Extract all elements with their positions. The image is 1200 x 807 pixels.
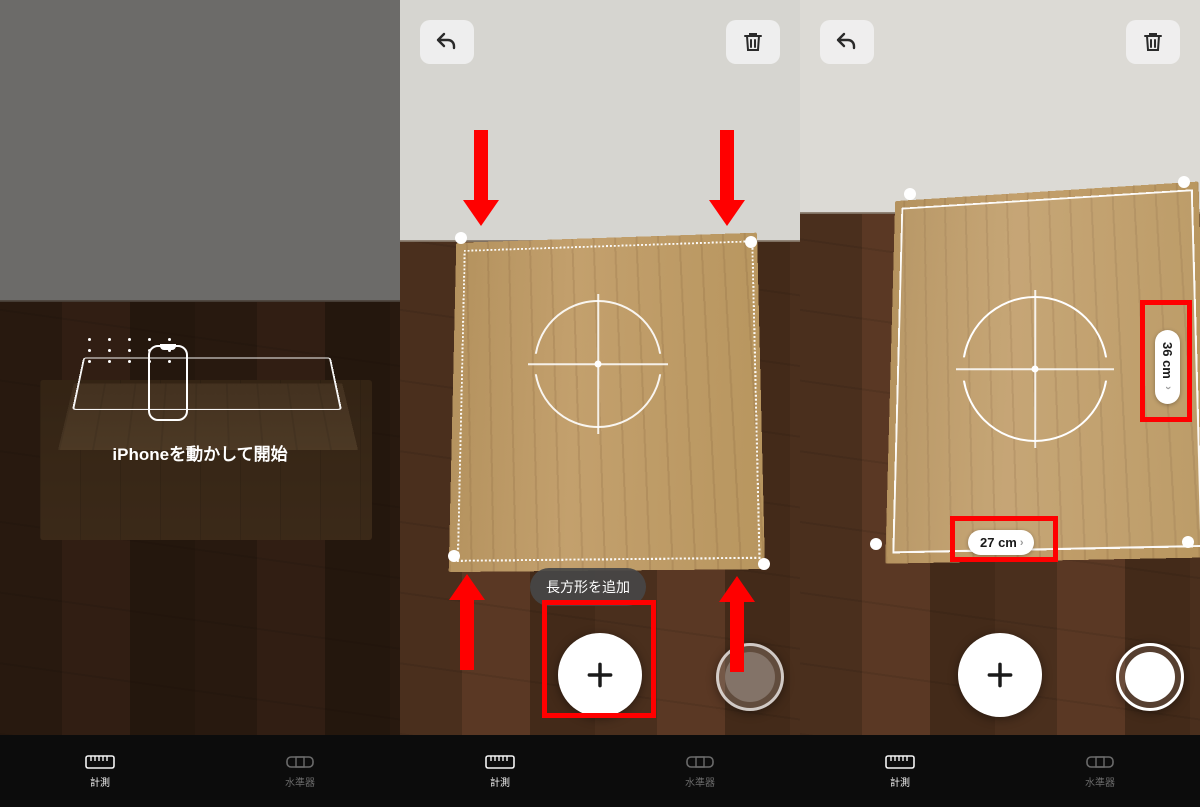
trash-icon xyxy=(1141,30,1165,54)
screenshot-panel-1: iPhoneを動かして開始 計測 水準器 xyxy=(0,0,400,807)
ruler-icon xyxy=(885,753,915,771)
annotation-arrow xyxy=(730,576,755,672)
ruler-icon xyxy=(485,753,515,771)
corner-handle[interactable] xyxy=(870,538,882,550)
level-icon xyxy=(1085,753,1115,771)
tab-measure-label: 計測 xyxy=(90,774,110,789)
tab-measure[interactable]: 計測 xyxy=(800,735,1000,807)
instruction-text: iPhoneを動かして開始 xyxy=(0,440,400,465)
screenshot-panel-3: 27 cm › 36 cm › 計測 水準器 xyxy=(800,0,1200,807)
tab-level-label: 水準器 xyxy=(285,774,315,789)
undo-button[interactable] xyxy=(820,20,874,64)
tab-bar: 計測 水準器 xyxy=(400,735,800,807)
corner-handle[interactable] xyxy=(1178,176,1190,188)
tab-measure[interactable]: 計測 xyxy=(400,735,600,807)
annotation-highlight-add xyxy=(542,600,656,718)
annotation-highlight-height xyxy=(1140,300,1192,422)
tab-level[interactable]: 水準器 xyxy=(200,735,400,807)
reticle xyxy=(962,296,1108,442)
corner-handle[interactable] xyxy=(1182,536,1194,548)
level-icon xyxy=(685,753,715,771)
tab-measure[interactable]: 計測 xyxy=(0,735,200,807)
trash-icon xyxy=(741,30,765,54)
add-point-button[interactable] xyxy=(958,633,1042,717)
annotation-arrow xyxy=(720,130,745,226)
tab-level[interactable]: 水準器 xyxy=(1000,735,1200,807)
undo-button[interactable] xyxy=(420,20,474,64)
phone-outline-icon xyxy=(148,345,188,421)
annotation-highlight-width xyxy=(950,516,1058,562)
corner-handle[interactable] xyxy=(745,236,757,248)
ruler-icon xyxy=(85,753,115,771)
capture-button[interactable] xyxy=(1116,643,1184,711)
surface-outline xyxy=(72,357,342,410)
tab-level[interactable]: 水準器 xyxy=(600,735,800,807)
reticle xyxy=(534,300,662,428)
plus-icon xyxy=(984,659,1016,691)
corner-handle[interactable] xyxy=(904,188,916,200)
annotation-arrow xyxy=(474,130,499,226)
undo-icon xyxy=(835,30,859,54)
delete-button[interactable] xyxy=(726,20,780,64)
undo-icon xyxy=(435,30,459,54)
tab-bar: 計測 水準器 xyxy=(800,735,1200,807)
corner-handle[interactable] xyxy=(455,232,467,244)
delete-button[interactable] xyxy=(1126,20,1180,64)
level-icon xyxy=(285,753,315,771)
corner-handle[interactable] xyxy=(448,550,460,562)
screenshot-panel-2: 長方形を追加 計測 水準器 xyxy=(400,0,800,807)
annotation-arrow xyxy=(460,574,485,670)
tab-bar: 計測 水準器 xyxy=(0,735,400,807)
corner-handle[interactable] xyxy=(758,558,770,570)
